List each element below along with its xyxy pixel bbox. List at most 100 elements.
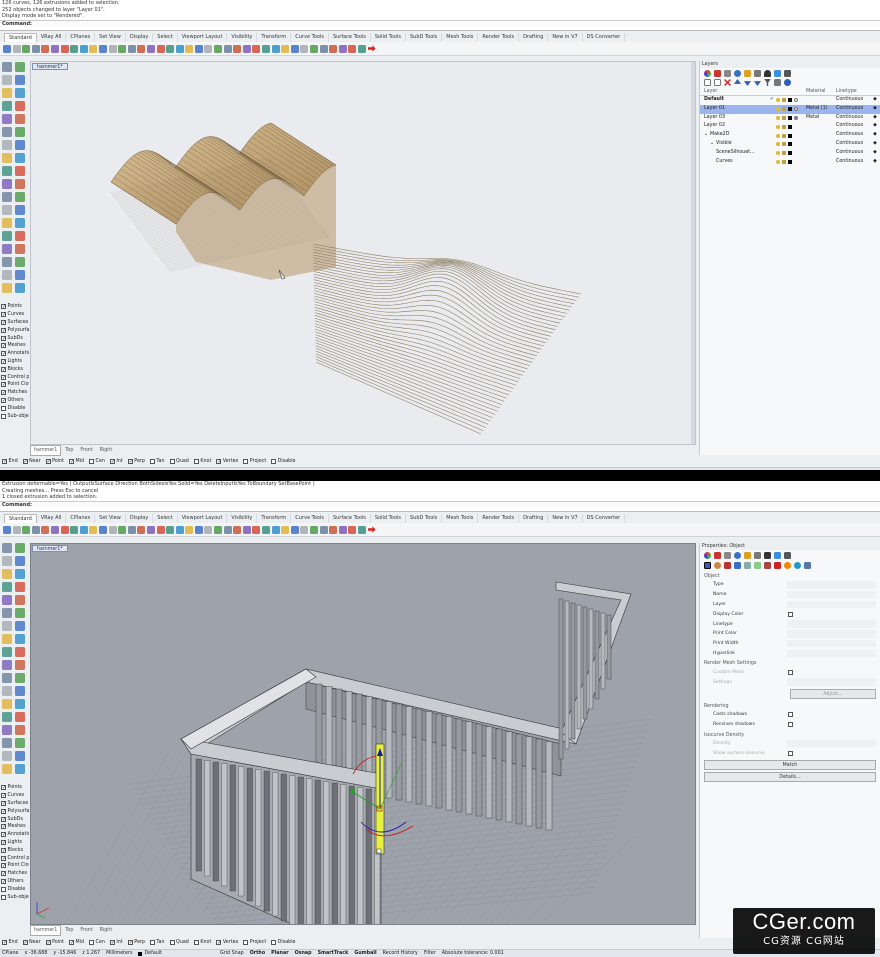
four-viewports-icon[interactable]	[166, 44, 175, 53]
copy-icon[interactable]	[15, 166, 25, 176]
save-icon[interactable]	[329, 525, 338, 534]
ribbon-tab[interactable]: Transform	[257, 514, 292, 523]
osnap-checkbox[interactable]: ✓	[109, 940, 115, 946]
layer-icon[interactable]	[233, 44, 242, 53]
filter-icon[interactable]	[764, 79, 771, 86]
new-icon[interactable]	[3, 44, 11, 53]
folder-icon[interactable]	[744, 552, 751, 559]
fillet-icon[interactable]	[2, 595, 12, 605]
osnap-toggle[interactable]: Osnap	[295, 951, 312, 956]
osnap-point[interactable]: ✓ Point	[45, 459, 64, 465]
ribbon-tab[interactable]: Surface Tools	[329, 33, 371, 42]
layer-color-swatch[interactable]	[788, 159, 792, 164]
osnap-perp[interactable]: ✓ Perp	[127, 940, 145, 946]
ribbon-tab[interactable]: Solid Tools	[371, 514, 406, 523]
filter-checkbox[interactable]: ✓	[1, 832, 6, 838]
help-icon[interactable]	[774, 552, 781, 559]
layer-color-swatch[interactable]	[788, 107, 792, 112]
viewport-tab-front[interactable]: Front	[77, 926, 95, 935]
open-icon[interactable]	[319, 44, 328, 53]
pan-icon[interactable]	[98, 44, 107, 53]
camera-icon[interactable]	[754, 552, 761, 559]
filter-item[interactable]: ✓Annotations	[0, 831, 29, 839]
filter-checkbox[interactable]: ✓	[1, 397, 6, 403]
rotate-icon[interactable]	[2, 660, 12, 670]
join-icon[interactable]	[2, 218, 12, 228]
object-tab-icon[interactable]	[704, 562, 711, 569]
perspective-viewport[interactable]: hammer1*	[30, 543, 696, 925]
osnap-checkbox[interactable]	[243, 459, 249, 464]
render-icon[interactable]	[2, 751, 12, 761]
lock-icon[interactable]	[782, 133, 786, 138]
ribbon-tab[interactable]: SubD Tools	[406, 514, 443, 523]
property-value[interactable]	[787, 581, 876, 589]
move-icon[interactable]	[2, 166, 12, 176]
extrude-icon[interactable]	[15, 127, 25, 137]
filter-checkbox[interactable]	[1, 413, 6, 419]
ribbon-tab[interactable]: Render Tools	[478, 514, 520, 523]
osnap-int[interactable]: ✓ Int	[109, 940, 123, 946]
rotate-icon[interactable]	[2, 179, 12, 189]
osnap-checkbox[interactable]: ✓	[22, 940, 28, 946]
lightbulb-icon[interactable]	[776, 124, 780, 129]
cut-icon[interactable]	[357, 44, 366, 53]
osnap-int[interactable]: ✓ Int	[109, 459, 123, 465]
displacement-icon[interactable]	[744, 562, 751, 569]
undo-view-icon[interactable]	[156, 44, 165, 53]
filter-item[interactable]: ✓Control points	[0, 373, 29, 381]
osnap-checkbox[interactable]: ✓	[22, 459, 28, 465]
gumball-toggle[interactable]: Gumball	[354, 951, 376, 956]
layers-tab-icon[interactable]	[724, 70, 731, 77]
layer-color-swatch[interactable]	[788, 133, 792, 138]
property-value[interactable]	[787, 600, 876, 609]
filter-checkbox[interactable]	[1, 886, 6, 892]
filter-item[interactable]: ✓Annotations	[0, 350, 29, 358]
zoom-icon[interactable]	[118, 525, 127, 534]
polyline-icon[interactable]	[15, 62, 25, 72]
osnap-checkbox[interactable]: ✓	[69, 459, 74, 465]
filter-checkbox[interactable]: ✓	[1, 824, 6, 830]
fillet-icon[interactable]	[2, 114, 12, 124]
arrow-right-icon[interactable]	[367, 45, 376, 52]
filter-checkbox[interactable]: ✓	[1, 343, 6, 349]
command-line[interactable]: Command:	[0, 19, 880, 27]
layer-icon[interactable]	[15, 764, 25, 774]
arc-icon[interactable]	[15, 75, 25, 85]
filter-checkbox[interactable]: ✓	[1, 358, 6, 364]
point-icon[interactable]	[2, 62, 12, 72]
lightbulb-icon[interactable]	[776, 98, 780, 103]
four-viewports-icon[interactable]	[166, 525, 175, 534]
boolean-icon[interactable]	[15, 153, 25, 163]
filter-item[interactable]: ✓ Lights	[0, 839, 29, 847]
render-icon[interactable]	[262, 525, 271, 534]
properties-icon[interactable]	[704, 70, 711, 77]
planar-toggle[interactable]: Planar	[271, 951, 288, 956]
smarttrack-toggle[interactable]: SmartTrack	[318, 951, 349, 956]
boolean-icon[interactable]	[15, 634, 25, 644]
help-icon[interactable]	[300, 525, 309, 534]
perspective-viewport[interactable]: hammer1*	[30, 61, 696, 445]
help-icon[interactable]	[784, 79, 791, 86]
layer-color-swatch[interactable]	[788, 124, 792, 129]
properties-icon[interactable]	[704, 552, 711, 559]
property-value[interactable]	[787, 590, 876, 599]
block-icon[interactable]	[15, 712, 25, 722]
ellipse-icon[interactable]	[15, 88, 25, 98]
osnap-end[interactable]: ✓ End	[1, 940, 18, 946]
osnap-tan[interactable]: Tan	[149, 940, 165, 945]
trim-icon[interactable]	[2, 205, 12, 215]
snap-icon[interactable]	[2, 764, 12, 774]
filter-checkbox[interactable]: ✓	[1, 793, 6, 799]
materials-icon[interactable]	[714, 70, 721, 77]
filter-item[interactable]: Disable	[0, 404, 29, 412]
dimension-icon[interactable]	[2, 244, 12, 254]
property-value[interactable]	[787, 630, 876, 638]
box-icon[interactable]	[2, 140, 12, 150]
ribbon-tab[interactable]: Drafting	[519, 33, 549, 42]
osnap-project[interactable]: Project	[242, 459, 266, 464]
ribbon-tab[interactable]: Render Tools	[478, 33, 520, 42]
filter-item[interactable]: ✓Point Clouds	[0, 862, 29, 870]
osnap-checkbox[interactable]	[271, 940, 277, 945]
vray-icon[interactable]	[794, 562, 801, 569]
osnap-checkbox[interactable]: ✓	[109, 459, 115, 465]
